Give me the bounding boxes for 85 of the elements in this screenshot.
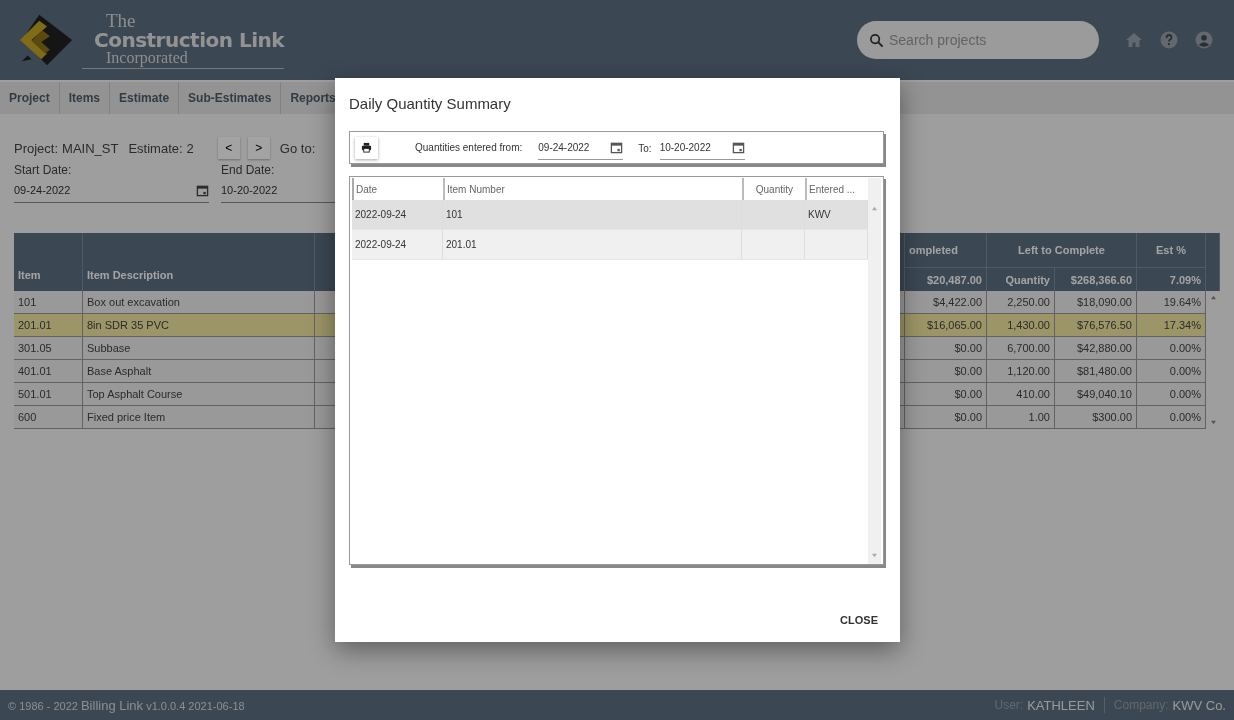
table-cell: 1,430.00 bbox=[987, 314, 1055, 336]
company-name: KWV Co. bbox=[1172, 697, 1226, 713]
scroll-up-icon[interactable] bbox=[871, 206, 878, 211]
search-field[interactable]: Search projects bbox=[857, 21, 1099, 59]
dialog-title: Daily Quantity Summary bbox=[349, 95, 512, 114]
table-cell: 8in SDR 35 PVC bbox=[83, 314, 315, 336]
table-cell: $81,480.00 bbox=[1055, 360, 1137, 382]
table-cell: 301.05 bbox=[14, 337, 83, 359]
column-header: Quantity bbox=[987, 267, 1055, 291]
table-cell: 501.01 bbox=[14, 383, 83, 405]
table-row[interactable]: 2022-09-24 201.01 bbox=[352, 230, 868, 260]
table-cell: 6,700.00 bbox=[987, 337, 1055, 359]
print-button[interactable] bbox=[355, 136, 378, 159]
table-cell: $300.00 bbox=[1055, 406, 1137, 428]
project-name: MAIN_ST bbox=[62, 140, 119, 156]
nav-tab[interactable]: Sub-Estimates bbox=[179, 82, 282, 114]
scroll-down-icon[interactable] bbox=[871, 553, 878, 558]
start-date-label: Start Date: bbox=[14, 162, 73, 178]
table-cell: Subbase bbox=[83, 337, 315, 359]
project-label: Project: bbox=[14, 140, 59, 156]
table-cell: $76,576.50 bbox=[1055, 314, 1137, 336]
table-cell: 1,120.00 bbox=[987, 360, 1055, 382]
table-cell: $18,090.00 bbox=[1055, 291, 1137, 313]
calendar-icon[interactable] bbox=[731, 140, 745, 154]
column-header: Item bbox=[14, 233, 83, 291]
table-cell: 201.01 bbox=[443, 230, 742, 259]
copyright-text: © 1986 - 2022 Billing Link v1.0.0.4 2021-06-18 bbox=[8, 697, 245, 713]
to-label: To: bbox=[638, 143, 652, 154]
column-group-header: Est % bbox=[1137, 233, 1206, 267]
nav-tab[interactable]: Estimate bbox=[110, 82, 180, 114]
user-name: KATHLEEN bbox=[1027, 697, 1095, 713]
to-date-field[interactable]: 10-20-2022 bbox=[659, 135, 745, 160]
table-cell: 600 bbox=[14, 406, 83, 428]
column-header: 7.09% bbox=[1137, 267, 1206, 291]
home-icon[interactable] bbox=[1124, 30, 1144, 50]
from-date-field[interactable]: 09-24-2022 bbox=[538, 135, 624, 160]
table-cell: $4,422.00 bbox=[905, 291, 987, 313]
table-cell: Top Asphalt Course bbox=[83, 383, 315, 405]
logo-text: The bbox=[106, 11, 137, 30]
help-icon[interactable] bbox=[1159, 30, 1179, 50]
calendar-icon[interactable] bbox=[196, 183, 209, 197]
table-cell: $0.00 bbox=[905, 406, 987, 428]
column-header: $268,366.60 bbox=[1055, 267, 1137, 291]
scroll-up-icon[interactable] bbox=[1209, 295, 1217, 300]
logo-text: Incorporated bbox=[106, 50, 189, 66]
table-cell: Base Asphalt bbox=[83, 360, 315, 382]
goto-label: Go to: bbox=[279, 140, 316, 156]
table-cell: 101 bbox=[443, 200, 742, 229]
next-button[interactable]: > bbox=[247, 137, 270, 159]
estimate-label: Estimate: bbox=[128, 140, 183, 156]
column-header: Item Description bbox=[83, 233, 315, 291]
table-row[interactable]: 2022-09-24 101 KWV bbox=[352, 200, 868, 230]
nav-tab[interactable]: Items bbox=[59, 82, 111, 114]
table-cell: 2,250.00 bbox=[987, 291, 1055, 313]
table-cell: $42,880.00 bbox=[1055, 337, 1137, 359]
nav-tab[interactable]: Project bbox=[0, 82, 60, 114]
from-label: Quantities entered from: bbox=[415, 142, 523, 153]
start-date-field[interactable]: 09-24-2022 bbox=[14, 178, 209, 203]
search-icon bbox=[869, 33, 884, 48]
table-cell: $0.00 bbox=[905, 337, 987, 359]
table-cell: 410.00 bbox=[987, 383, 1055, 405]
table-cell: $0.00 bbox=[905, 383, 987, 405]
column-group-header: ompleted bbox=[905, 233, 987, 267]
scroll-down-icon[interactable] bbox=[1209, 420, 1217, 425]
estimate-number: 2 bbox=[186, 140, 194, 156]
table-cell: $0.00 bbox=[905, 360, 987, 382]
column-header: $20,487.00 bbox=[905, 267, 987, 291]
close-button[interactable]: CLOSE bbox=[832, 612, 886, 628]
table-cell: Fixed price Item bbox=[83, 406, 315, 428]
calendar-icon[interactable] bbox=[610, 140, 624, 154]
column-group-header: Left to Complete bbox=[987, 233, 1137, 267]
table-cell: 401.01 bbox=[14, 360, 83, 382]
previous-button[interactable]: < bbox=[217, 137, 240, 159]
table-cell: 2022-09-24 bbox=[352, 230, 443, 259]
table-cell: 201.01 bbox=[14, 314, 83, 336]
table-cell: $16,065.00 bbox=[905, 314, 987, 336]
table-cell: 2022-09-24 bbox=[352, 200, 443, 229]
table-cell: Box out excavation bbox=[83, 291, 315, 313]
end-date-label: End Date: bbox=[221, 162, 276, 178]
table-cell: 101 bbox=[14, 291, 83, 313]
logo-text: Construction Link bbox=[94, 30, 285, 50]
table-cell: 1.00 bbox=[987, 406, 1055, 428]
printer-icon bbox=[361, 142, 372, 153]
table-cell: $49,040.10 bbox=[1055, 383, 1137, 405]
account-icon[interactable] bbox=[1194, 30, 1214, 50]
